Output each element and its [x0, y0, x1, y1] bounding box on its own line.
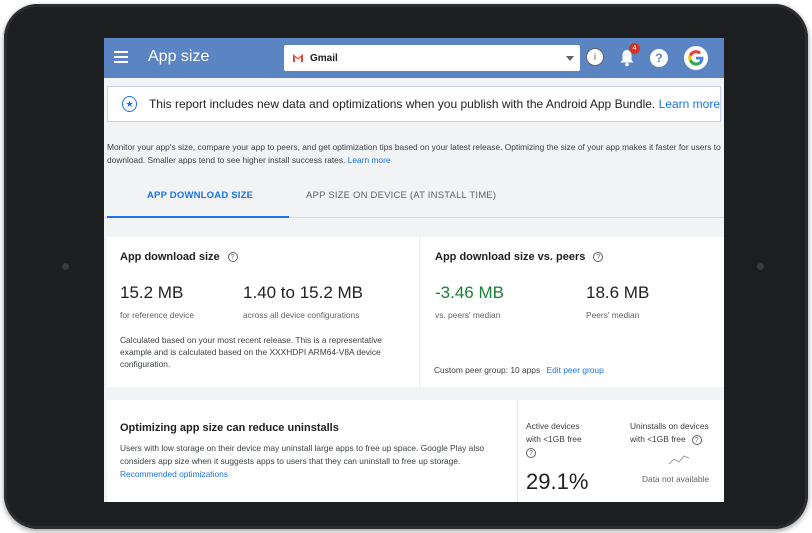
peers-median-label: Peers' median [586, 310, 640, 320]
uninstalls-label-line2: with <1GB free [630, 434, 686, 444]
reference-size-value: 15.2 MB [120, 283, 184, 302]
download-size-heading: App download size? [120, 251, 238, 263]
intro-text: Monitor your app's size, compare your ap… [107, 142, 721, 165]
help-circle-icon[interactable]: ? [526, 447, 536, 458]
banner-learn-more-link[interactable]: Learn more [659, 97, 720, 111]
active-devices-value: 29.1% [526, 469, 589, 494]
active-devices-label-line1: Active devices [526, 421, 580, 431]
uninstalls-label-line2-row: with <1GB free? [630, 433, 709, 446]
intro-learn-more-link[interactable]: Learn more [348, 155, 391, 165]
peers-title: App download size vs. peers [435, 251, 586, 263]
notification-count-badge: 4 [629, 43, 640, 54]
front-camera [62, 263, 69, 270]
peers-diff-label: vs. peers' median [435, 310, 501, 320]
uninstalls-label: Uninstalls on devices with <1GB free? [630, 420, 709, 446]
help-circle-icon[interactable]: ? [593, 252, 604, 263]
data-not-available-text: Data not available [642, 474, 710, 484]
hamburger-menu-icon[interactable] [114, 51, 128, 63]
google-logo-icon [688, 50, 704, 66]
peers-heading: App download size vs. peers? [435, 251, 604, 263]
uninstalls-title: Optimizing app size can reduce uninstall… [120, 422, 339, 434]
banner-message: This report includes new data and optimi… [148, 97, 656, 111]
app-bundle-banner: ★ This report includes new data and opti… [107, 86, 721, 122]
banner-text: This report includes new data and optimi… [149, 97, 720, 111]
peers-median-value: 18.6 MB [586, 283, 650, 302]
low-storage-stats-card: Active devices with <1GB free ? 29.1% Un… [517, 400, 724, 502]
tab-app-size-on-device[interactable]: APP SIZE ON DEVICE (AT INSTALL TIME) [306, 190, 496, 201]
screen: App size Gmail i 4 ? ★ This report inclu… [104, 38, 724, 502]
uninstalls-card: Optimizing app size can reduce uninstall… [107, 400, 517, 502]
active-devices-label-line2: with <1GB free [526, 434, 582, 444]
range-size-label: across all device configurations [243, 310, 360, 320]
download-size-description: Calculated based on your most recent rel… [120, 335, 382, 369]
gmail-icon [293, 54, 303, 62]
uninstalls-label-line1: Uninstalls on devices [630, 421, 709, 431]
app-selector-dropdown[interactable]: Gmail [284, 45, 580, 71]
uninstalls-text: Users with low storage on their device m… [120, 443, 485, 467]
google-account-avatar[interactable] [684, 46, 708, 70]
side-sensor [757, 263, 764, 270]
help-icon[interactable]: ? [650, 49, 668, 67]
sparkline-icon [668, 455, 690, 465]
star-badge-icon: ★ [122, 96, 137, 112]
selected-app-label: Gmail [310, 52, 338, 64]
download-size-title: App download size [120, 251, 220, 263]
help-circle-icon[interactable]: ? [227, 252, 238, 263]
chevron-down-icon [566, 56, 574, 61]
download-size-card: App download size? 15.2 MB for reference… [107, 237, 420, 387]
intro-description: Monitor your app's size, compare your ap… [107, 141, 724, 167]
tab-bar: APP DOWNLOAD SIZE APP SIZE ON DEVICE (AT… [104, 178, 724, 218]
tab-app-download-size[interactable]: APP DOWNLOAD SIZE [147, 190, 253, 201]
range-size-value: 1.40 to 15.2 MB [243, 283, 364, 302]
active-devices-label: Active devices with <1GB free ? [526, 420, 582, 459]
uninstalls-description: Users with low storage on their device m… [120, 442, 508, 482]
active-tab-indicator [107, 216, 289, 218]
top-app-bar: App size Gmail i 4 ? [104, 38, 724, 78]
reference-size-label: for reference device [120, 310, 195, 320]
info-icon[interactable]: i [586, 48, 604, 66]
help-circle-icon[interactable]: ? [691, 434, 702, 445]
edit-peer-group-link[interactable]: Edit peer group [546, 365, 603, 375]
page-title: App size [148, 48, 210, 65]
peers-diff-value: -3.46 MB [435, 283, 504, 302]
recommended-optimizations-link[interactable]: Recommended optimizations [120, 469, 228, 479]
peer-group-info: Custom peer group: 10 apps Edit peer gro… [434, 365, 604, 375]
peer-group-text: Custom peer group: 10 apps [434, 365, 541, 375]
peers-comparison-card: App download size vs. peers? -3.46 MB vs… [420, 237, 724, 387]
